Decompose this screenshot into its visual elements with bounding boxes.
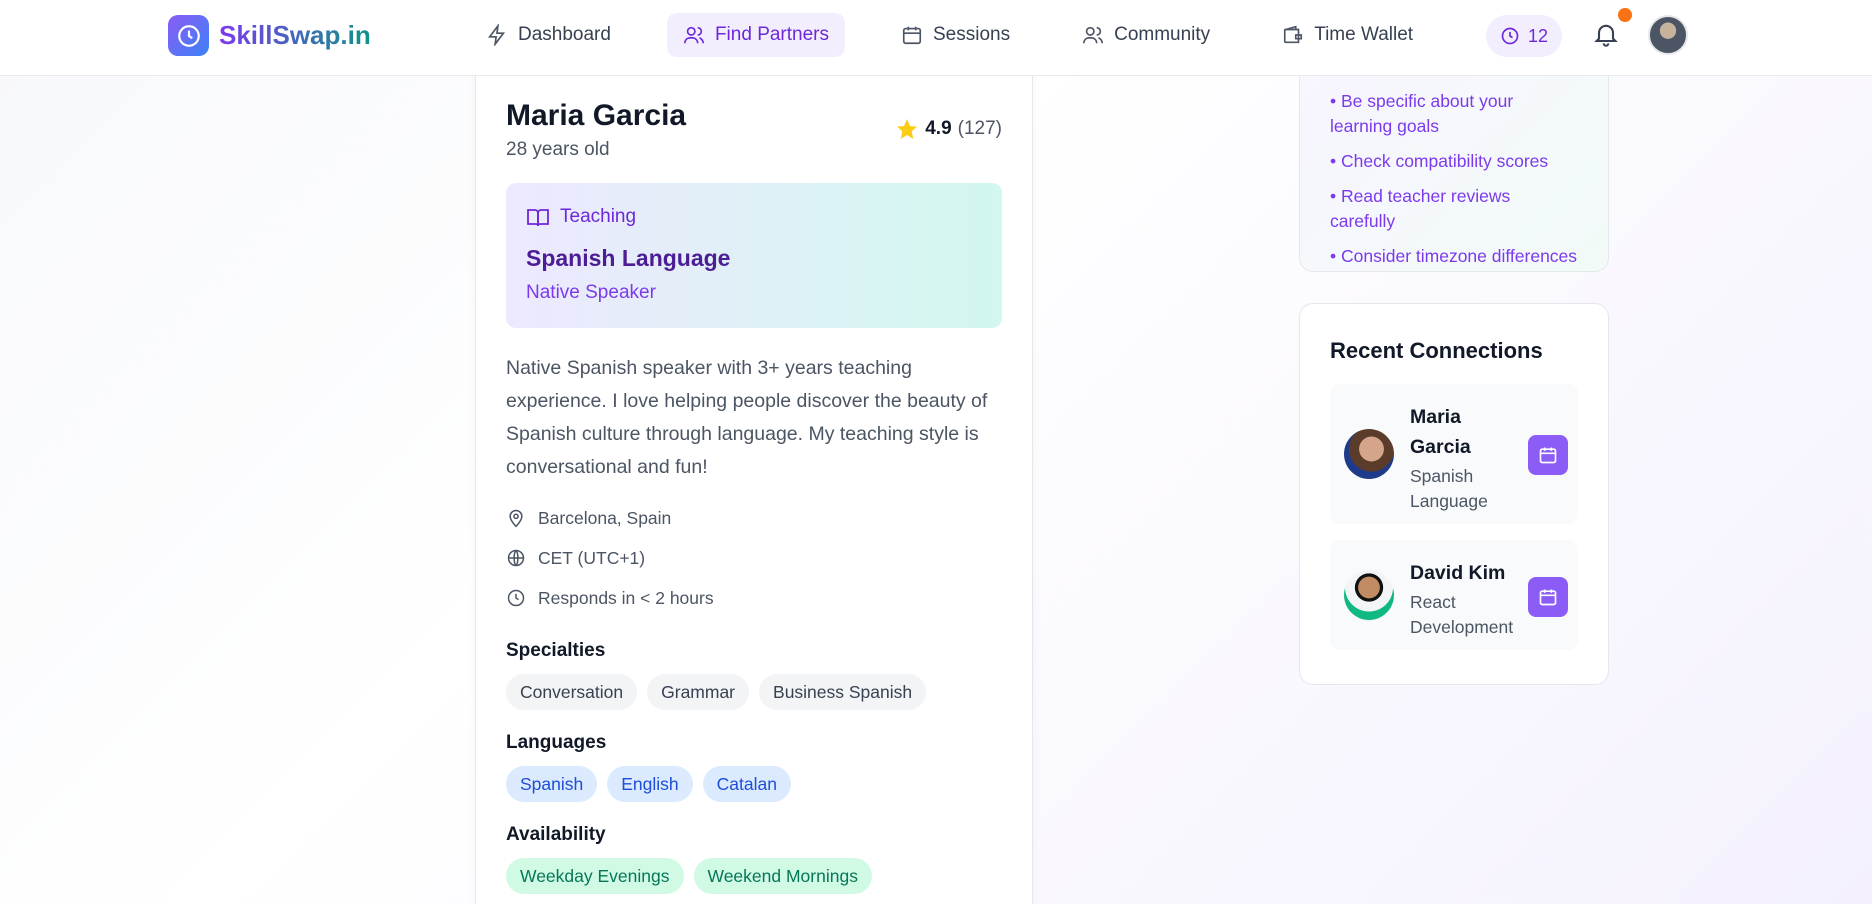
connection-skill: Spanish Language xyxy=(1410,466,1488,511)
response-text: Responds in < 2 hours xyxy=(538,587,714,608)
teaching-skill: Spanish Language xyxy=(526,245,731,271)
calendar-icon xyxy=(902,26,922,45)
languages-title: Languages xyxy=(506,732,607,753)
availability-tags: Weekday Evenings Weekend Mornings xyxy=(506,858,1002,894)
nav-item-dashboard[interactable]: Dashboard xyxy=(470,13,627,57)
rating-value: 4.9 xyxy=(925,118,952,139)
globe-icon xyxy=(507,549,525,567)
location-text: Barcelona, Spain xyxy=(538,507,672,528)
wallet-icon xyxy=(1284,25,1303,44)
connection-name: David Kim xyxy=(1410,562,1506,584)
nav-item-community[interactable]: Community xyxy=(1066,13,1226,57)
avatar xyxy=(1344,429,1394,479)
top-navbar: SkillSwap.in Dashboard Find Partners Ses… xyxy=(0,0,1872,76)
map-pin-icon xyxy=(509,509,523,528)
teaching-label: Teaching xyxy=(560,206,637,227)
review-count: (127) xyxy=(957,118,1002,139)
nav-label: Dashboard xyxy=(518,24,611,45)
nav-label: Sessions xyxy=(933,24,1011,45)
skill-level: Native Speaker xyxy=(526,282,656,303)
language-tags: Spanish English Catalan xyxy=(506,766,1002,802)
rating: 4.9 (127) xyxy=(895,117,1002,141)
nav-item-find-partners[interactable]: Find Partners xyxy=(666,13,845,57)
main-nav: Dashboard Find Partners Sessions Communi… xyxy=(470,13,1429,57)
users-icon xyxy=(683,26,704,44)
partner-age: 28 years old xyxy=(506,139,610,160)
partner-meta: Barcelona, Spain CET (UTC+1) Responds in… xyxy=(506,498,1002,618)
recent-connections-title: Recent Connections xyxy=(1330,338,1543,363)
book-open-icon xyxy=(527,209,549,227)
language-tag: Spanish xyxy=(506,766,598,802)
clock-icon xyxy=(168,15,209,56)
bell-icon[interactable] xyxy=(1592,20,1620,48)
response-row: Responds in < 2 hours xyxy=(506,578,1002,618)
specialties-tags: Conversation Grammar Business Spanish xyxy=(506,674,1002,710)
connection-item[interactable]: David Kim React Development xyxy=(1330,540,1578,650)
app-name: SkillSwap.in xyxy=(219,20,371,50)
clock-icon xyxy=(507,589,525,607)
teaching-box: Teaching Spanish Language Native Speaker xyxy=(506,183,1002,328)
specialties-title: Specialties xyxy=(506,640,606,661)
specialty-tag: Grammar xyxy=(647,674,750,710)
calendar-icon xyxy=(1539,447,1557,464)
nav-label: Find Partners xyxy=(714,24,829,45)
schedule-session-button[interactable] xyxy=(1528,435,1568,475)
schedule-session-button[interactable] xyxy=(1528,577,1568,617)
partner-bio: Native Spanish speaker with 3+ years tea… xyxy=(506,357,988,478)
logo[interactable]: SkillSwap.in xyxy=(168,15,371,56)
tip-item: • Check compatibility scores xyxy=(1330,151,1549,171)
connection-skill: React Development xyxy=(1410,592,1514,637)
connection-name: Maria Garcia xyxy=(1410,406,1471,458)
avatar xyxy=(1344,570,1394,620)
availability-tag: Weekday Evenings xyxy=(506,858,684,894)
nav-label: Time Wallet xyxy=(1314,24,1414,45)
specialty-tag: Conversation xyxy=(506,674,638,710)
nav-item-sessions[interactable]: Sessions xyxy=(885,13,1026,57)
avatar[interactable] xyxy=(1648,15,1688,55)
star-icon xyxy=(897,119,918,139)
clock-icon xyxy=(1501,27,1519,45)
availability-title: Availability xyxy=(506,824,606,845)
users-icon xyxy=(1083,26,1104,44)
time-credits-badge[interactable]: 12 xyxy=(1486,15,1562,57)
tip-item: • Consider timezone differences xyxy=(1330,246,1578,266)
language-tag: Catalan xyxy=(702,766,791,802)
nav-label: Community xyxy=(1114,24,1211,45)
tip-item: • Be specific about your learning goals xyxy=(1330,91,1514,136)
timezone-row: CET (UTC+1) xyxy=(506,538,1002,578)
specialty-tag: Business Spanish xyxy=(759,674,927,710)
bolt-icon xyxy=(488,24,506,46)
nav-item-time-wallet[interactable]: Time Wallet xyxy=(1266,13,1429,57)
timezone-text: CET (UTC+1) xyxy=(538,547,646,568)
recent-connections-card: Recent Connections Maria Garcia Spanish … xyxy=(1299,303,1609,685)
credit-count: 12 xyxy=(1527,25,1549,46)
availability-tag: Weekend Mornings xyxy=(693,858,872,894)
calendar-icon xyxy=(1539,589,1557,606)
location-row: Barcelona, Spain xyxy=(506,498,1002,538)
notification-dot xyxy=(1618,8,1632,22)
partner-profile-card: Maria Garcia 28 years old 4.9 (127) Teac… xyxy=(475,60,1033,904)
language-tag: English xyxy=(607,766,693,802)
tip-item: • Read teacher reviews carefully xyxy=(1330,186,1511,231)
connection-item[interactable]: Maria Garcia Spanish Language xyxy=(1330,384,1578,524)
